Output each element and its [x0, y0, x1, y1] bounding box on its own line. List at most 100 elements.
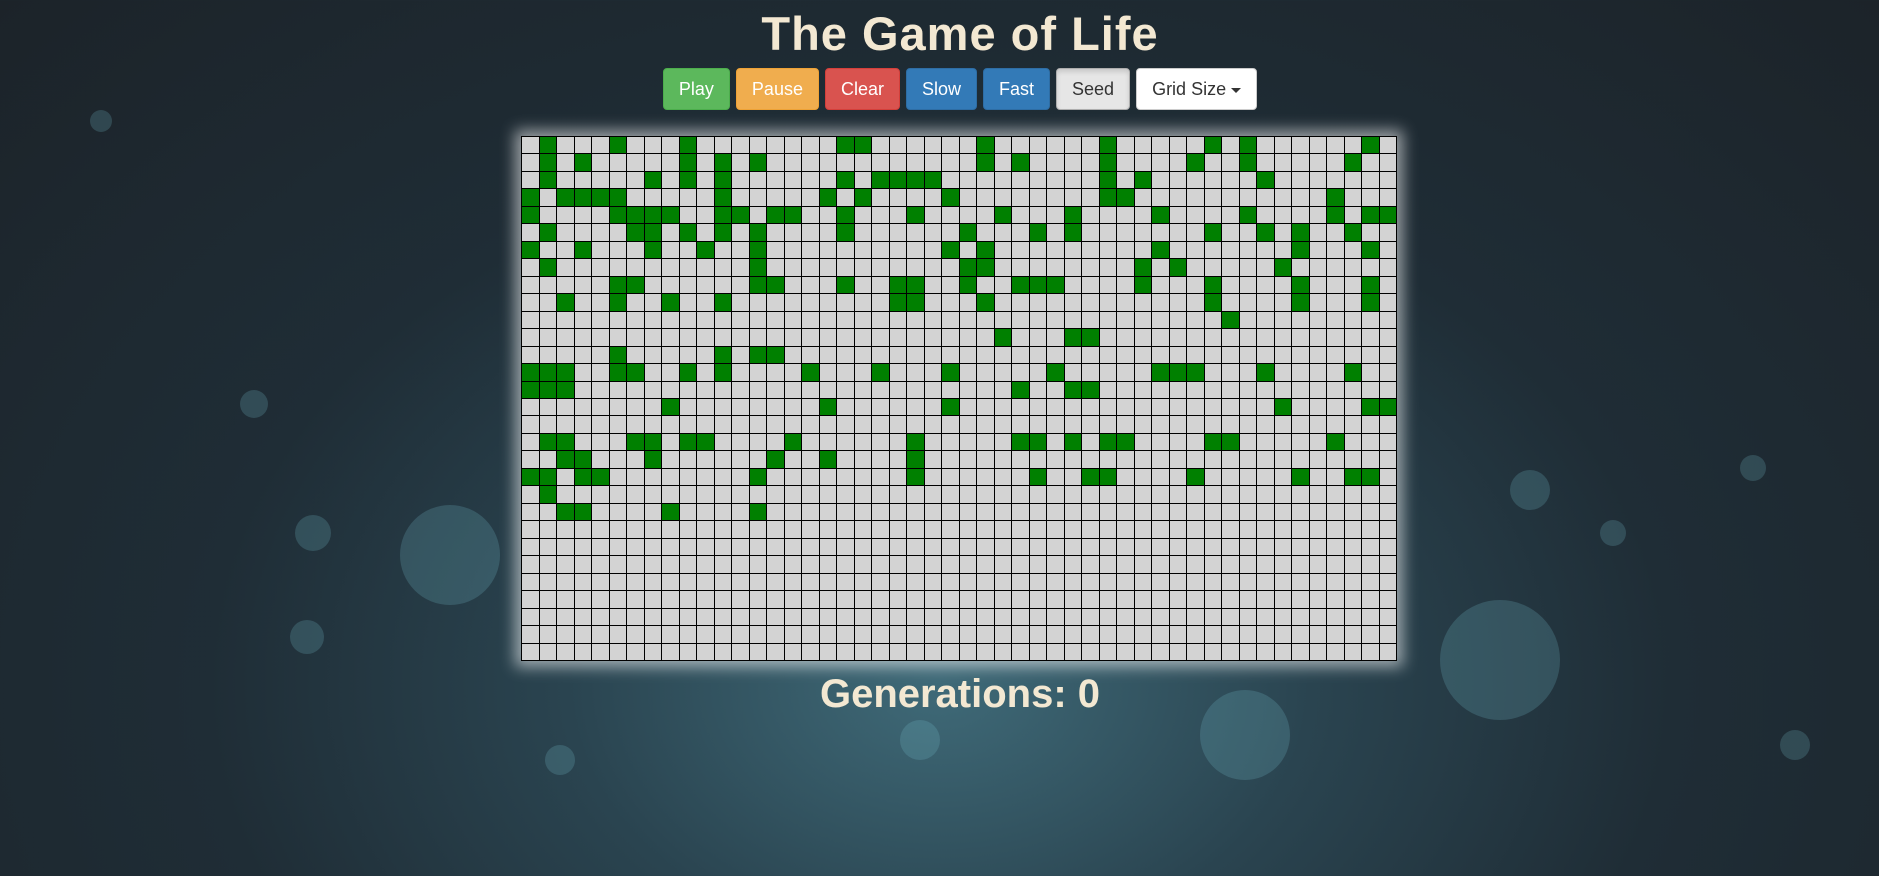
grid-cell[interactable]	[714, 364, 731, 381]
grid-cell[interactable]	[697, 451, 714, 468]
grid-cell[interactable]	[1029, 486, 1046, 503]
grid-cell[interactable]	[819, 538, 836, 556]
grid-cell[interactable]	[609, 503, 626, 521]
grid-cell[interactable]	[1222, 591, 1239, 608]
grid-cell[interactable]	[1117, 451, 1134, 468]
grid-cell[interactable]	[1309, 206, 1326, 224]
grid-cell[interactable]	[749, 224, 766, 241]
grid-cell[interactable]	[942, 311, 959, 329]
grid-cell[interactable]	[749, 626, 766, 643]
grid-cell[interactable]	[977, 451, 994, 468]
grid-cell[interactable]	[539, 346, 556, 364]
grid-cell[interactable]	[697, 364, 714, 381]
grid-cell[interactable]	[1204, 154, 1221, 171]
grid-cell[interactable]	[627, 538, 644, 556]
grid-cell[interactable]	[1379, 381, 1396, 398]
grid-cell[interactable]	[837, 329, 854, 346]
grid-cell[interactable]	[977, 364, 994, 381]
grid-cell[interactable]	[994, 626, 1011, 643]
grid-cell[interactable]	[557, 556, 574, 573]
grid-cell[interactable]	[749, 521, 766, 538]
grid-cell[interactable]	[767, 137, 784, 154]
grid-cell[interactable]	[662, 608, 679, 626]
grid-cell[interactable]	[1012, 311, 1029, 329]
grid-cell[interactable]	[1064, 538, 1081, 556]
grid-cell[interactable]	[907, 503, 924, 521]
grid-cell[interactable]	[522, 311, 539, 329]
grid-cell[interactable]	[1344, 171, 1361, 189]
grid-cell[interactable]	[644, 556, 661, 573]
grid-cell[interactable]	[1117, 276, 1134, 294]
grid-cell[interactable]	[802, 381, 819, 398]
grid-cell[interactable]	[732, 591, 749, 608]
grid-cell[interactable]	[574, 241, 591, 259]
grid-cell[interactable]	[872, 503, 889, 521]
grid-cell[interactable]	[837, 416, 854, 433]
grid-cell[interactable]	[1362, 259, 1379, 276]
grid-cell[interactable]	[977, 241, 994, 259]
grid-cell[interactable]	[1099, 381, 1116, 398]
grid-cell[interactable]	[1274, 329, 1291, 346]
grid-cell[interactable]	[854, 608, 871, 626]
grid-cell[interactable]	[539, 294, 556, 311]
grid-cell[interactable]	[977, 137, 994, 154]
grid-cell[interactable]	[907, 573, 924, 591]
grid-cell[interactable]	[1292, 189, 1309, 206]
grid-cell[interactable]	[854, 259, 871, 276]
grid-cell[interactable]	[959, 573, 976, 591]
grid-cell[interactable]	[522, 241, 539, 259]
grid-cell[interactable]	[1152, 346, 1169, 364]
grid-cell[interactable]	[1344, 224, 1361, 241]
grid-cell[interactable]	[784, 311, 801, 329]
grid-cell[interactable]	[872, 399, 889, 416]
grid-cell[interactable]	[574, 276, 591, 294]
grid-cell[interactable]	[1064, 643, 1081, 660]
grid-cell[interactable]	[1239, 451, 1256, 468]
grid-cell[interactable]	[872, 573, 889, 591]
grid-cell[interactable]	[977, 521, 994, 538]
grid-cell[interactable]	[1169, 626, 1186, 643]
grid-cell[interactable]	[539, 311, 556, 329]
grid-cell[interactable]	[1204, 591, 1221, 608]
grid-cell[interactable]	[749, 468, 766, 486]
grid-cell[interactable]	[1099, 399, 1116, 416]
grid-cell[interactable]	[662, 154, 679, 171]
grid-cell[interactable]	[854, 468, 871, 486]
grid-cell[interactable]	[1187, 206, 1204, 224]
grid-cell[interactable]	[539, 276, 556, 294]
grid-cell[interactable]	[819, 468, 836, 486]
grid-cell[interactable]	[1274, 294, 1291, 311]
grid-cell[interactable]	[837, 433, 854, 451]
grid-cell[interactable]	[872, 486, 889, 503]
grid-cell[interactable]	[574, 538, 591, 556]
grid-cell[interactable]	[1064, 416, 1081, 433]
grid-cell[interactable]	[924, 521, 941, 538]
grid-cell[interactable]	[1029, 399, 1046, 416]
grid-cell[interactable]	[662, 346, 679, 364]
grid-cell[interactable]	[802, 643, 819, 660]
grid-cell[interactable]	[872, 329, 889, 346]
grid-cell[interactable]	[1134, 259, 1151, 276]
grid-cell[interactable]	[802, 399, 819, 416]
grid-cell[interactable]	[732, 137, 749, 154]
grid-cell[interactable]	[609, 294, 626, 311]
grid-cell[interactable]	[1257, 329, 1274, 346]
grid-cell[interactable]	[627, 154, 644, 171]
grid-cell[interactable]	[714, 311, 731, 329]
grid-cell[interactable]	[1362, 521, 1379, 538]
grid-cell[interactable]	[714, 556, 731, 573]
grid-cell[interactable]	[1064, 591, 1081, 608]
grid-cell[interactable]	[1099, 503, 1116, 521]
grid-cell[interactable]	[942, 224, 959, 241]
grid-cell[interactable]	[1239, 416, 1256, 433]
grid-cell[interactable]	[627, 241, 644, 259]
grid-cell[interactable]	[714, 643, 731, 660]
grid-cell[interactable]	[837, 259, 854, 276]
grid-cell[interactable]	[1292, 259, 1309, 276]
grid-cell[interactable]	[1292, 643, 1309, 660]
grid-cell[interactable]	[1274, 486, 1291, 503]
grid-cell[interactable]	[819, 556, 836, 573]
grid-cell[interactable]	[714, 399, 731, 416]
grid-cell[interactable]	[644, 626, 661, 643]
grid-cell[interactable]	[994, 433, 1011, 451]
